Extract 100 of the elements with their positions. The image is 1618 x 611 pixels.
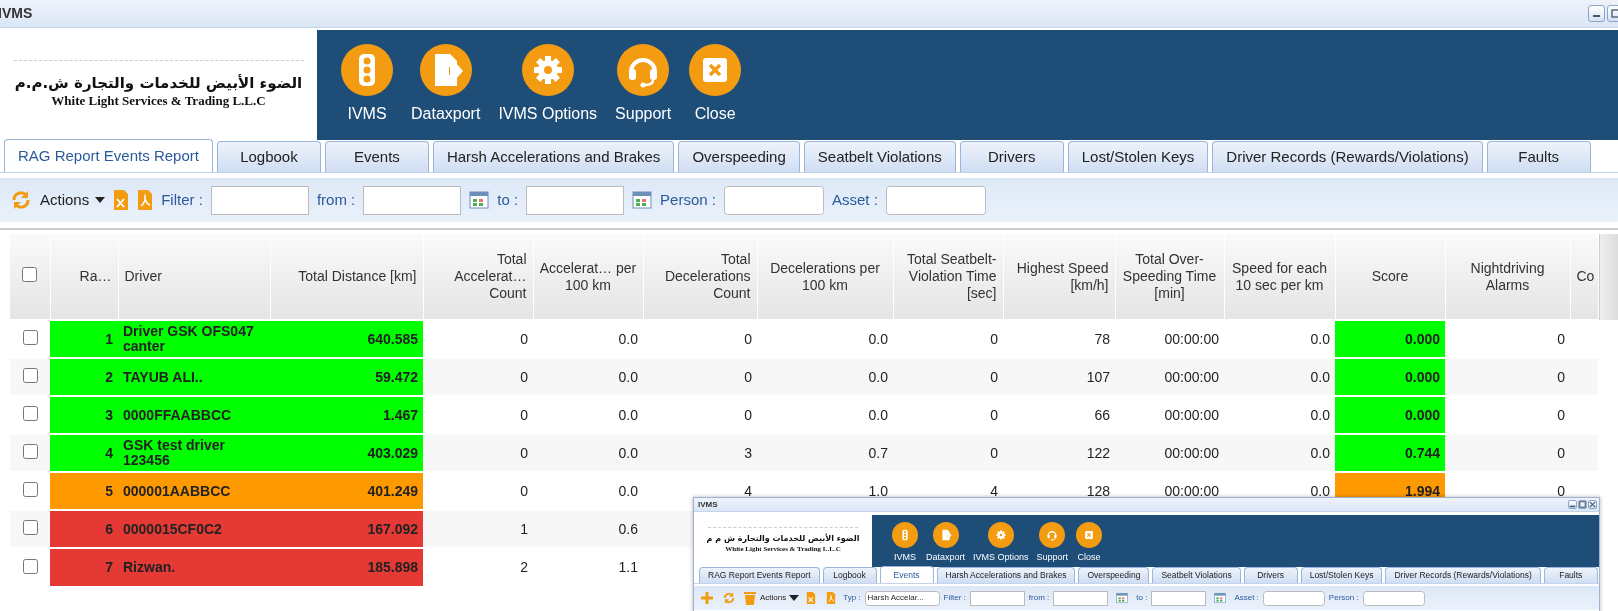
table-cell: 1.1 xyxy=(533,548,643,586)
tab[interactable]: Seatbelt Violations xyxy=(1152,567,1241,583)
column-header[interactable]: Ra… xyxy=(50,234,118,320)
tab[interactable]: Events xyxy=(324,141,429,172)
tab[interactable]: RAG Report Events Report xyxy=(699,567,820,583)
date-field[interactable] xyxy=(363,185,462,215)
table-cell: 0 xyxy=(1445,434,1570,472)
tab[interactable]: Logbook xyxy=(216,141,321,172)
tab[interactable]: Seatbelt Violations xyxy=(803,141,956,172)
row-checkbox[interactable] xyxy=(22,406,38,422)
trash-icon xyxy=(744,591,756,605)
scrollbar[interactable] xyxy=(1598,234,1618,320)
tab[interactable]: Overspeeding xyxy=(678,141,800,172)
table-cell: 00:00:00 xyxy=(1115,358,1224,396)
row-checkbox[interactable] xyxy=(22,482,38,498)
column-header[interactable]: Highest Speed [km/h] xyxy=(1003,234,1115,320)
table-cell: 0.0 xyxy=(533,434,643,472)
maximize-button[interactable] xyxy=(1578,500,1587,509)
actions-dropdown[interactable]: Actions xyxy=(40,188,106,212)
maximize-icon xyxy=(1611,9,1618,18)
date-field[interactable] xyxy=(1053,590,1109,606)
field-label: to : xyxy=(497,189,519,210)
row-checkbox[interactable] xyxy=(22,520,38,536)
date-field[interactable] xyxy=(526,185,625,215)
calendar-icon xyxy=(469,191,490,209)
nav-button[interactable]: IVMS Options xyxy=(973,522,1029,565)
type-select[interactable]: Harsh Accelar... xyxy=(864,590,940,606)
maximize-icon xyxy=(1579,500,1586,509)
minimize-button[interactable] xyxy=(1568,500,1577,509)
tab[interactable]: Lost/Stolen Keys xyxy=(1300,567,1383,583)
actions-dropdown[interactable]: Actions xyxy=(760,592,800,604)
column-header[interactable]: Total Distance [km] xyxy=(270,234,423,320)
filter-field[interactable] xyxy=(210,185,309,215)
table-cell: 403.029 xyxy=(270,434,423,472)
driver-cell: Driver GSK OFS047 canter xyxy=(118,320,270,358)
table-cell: 0.0 xyxy=(757,358,893,396)
tab[interactable]: Drivers xyxy=(1243,567,1298,583)
tab[interactable]: Faults xyxy=(1486,141,1591,172)
table-cell: 107 xyxy=(1003,358,1115,396)
column-header[interactable]: Accelerat… per 100 km xyxy=(533,234,643,320)
add-icon xyxy=(700,591,714,605)
driver-cell: TAYUB ALI.. xyxy=(118,358,270,396)
row-checkbox[interactable] xyxy=(22,368,38,384)
table-cell: 3 xyxy=(643,434,757,472)
table-cell: 2 xyxy=(50,358,118,396)
column-header[interactable]: Co xyxy=(1570,234,1598,320)
nav-button[interactable]: Support xyxy=(1036,522,1069,565)
minimize-button[interactable] xyxy=(1588,5,1605,22)
table-cell: 0.000 xyxy=(1335,320,1445,358)
column-header[interactable]: Total Seatbelt-Violation Time [sec] xyxy=(893,234,1003,320)
tab[interactable]: Overspeeding xyxy=(1078,567,1150,583)
excel-export-icon xyxy=(806,591,817,605)
field-label: Filter : xyxy=(161,189,203,210)
field-label: to : xyxy=(1136,592,1148,604)
nav-button[interactable]: Dataxport xyxy=(411,44,481,126)
field-label: Asset : xyxy=(831,189,878,210)
nav-button[interactable]: IVMS Options xyxy=(498,44,598,126)
tab[interactable]: Events xyxy=(879,566,934,583)
filter-field[interactable] xyxy=(969,590,1025,606)
field-label: Asset : xyxy=(1234,592,1259,604)
tab[interactable]: Drivers xyxy=(959,141,1064,172)
tab[interactable]: Faults xyxy=(1543,567,1598,583)
row-checkbox[interactable] xyxy=(22,558,38,574)
field-label: Typ : xyxy=(843,592,861,604)
column-header[interactable]: Decelerations per 100 km xyxy=(757,234,893,320)
table-cell: 0.7 xyxy=(757,434,893,472)
tab[interactable]: RAG Report Events Report xyxy=(4,139,213,172)
tab[interactable]: Harsh Accelerations and Brakes xyxy=(936,567,1076,583)
column-header[interactable]: Score xyxy=(1335,234,1445,320)
table-cell: 0.0 xyxy=(1224,358,1335,396)
driver-cell: 0000015CF0C2 xyxy=(118,510,270,548)
caret-icon xyxy=(95,197,106,203)
close-button[interactable] xyxy=(1588,500,1597,509)
table-cell: 401.249 xyxy=(270,472,423,510)
tab[interactable]: Logbook xyxy=(822,567,877,583)
table-cell: 167.092 xyxy=(270,510,423,548)
nav-button[interactable]: Dataxport xyxy=(926,522,966,565)
field-label: Person : xyxy=(1328,592,1359,604)
column-header[interactable]: Driver xyxy=(118,234,270,320)
date-field[interactable] xyxy=(1151,590,1207,606)
tab[interactable]: Driver Records (Rewards/Violations) xyxy=(1212,141,1483,172)
table-cell: 7 xyxy=(50,548,118,586)
pdf-export-icon xyxy=(137,189,154,211)
calendar-icon xyxy=(1116,592,1129,604)
select-all-checkbox[interactable] xyxy=(22,267,38,283)
tab[interactable]: Driver Records (Rewards/Violations) xyxy=(1385,567,1541,583)
table-cell: 0 xyxy=(893,434,1003,472)
table-cell: 640.585 xyxy=(270,320,423,358)
tab[interactable]: Harsh Accelerations and Brakes xyxy=(432,141,675,172)
company-name-arabic: الضوء الأبيض للخدمات والتجارة ش م م xyxy=(706,535,860,545)
row-checkbox[interactable] xyxy=(22,330,38,346)
column-header[interactable]: Total Over-Speeding Time [min] xyxy=(1115,234,1224,320)
column-header[interactable]: Total Decelerations Count xyxy=(643,234,757,320)
column-header[interactable]: Total Accelerat… Count xyxy=(423,234,533,320)
tab[interactable]: Lost/Stolen Keys xyxy=(1067,141,1209,172)
column-header[interactable]: Speed for each 10 sec per km xyxy=(1224,234,1335,320)
table-cell: 0.744 xyxy=(1335,434,1445,472)
column-header[interactable]: Nightdriving Alarms xyxy=(1445,234,1570,320)
table-cell: 0.000 xyxy=(1335,396,1445,434)
row-checkbox[interactable] xyxy=(22,444,38,460)
